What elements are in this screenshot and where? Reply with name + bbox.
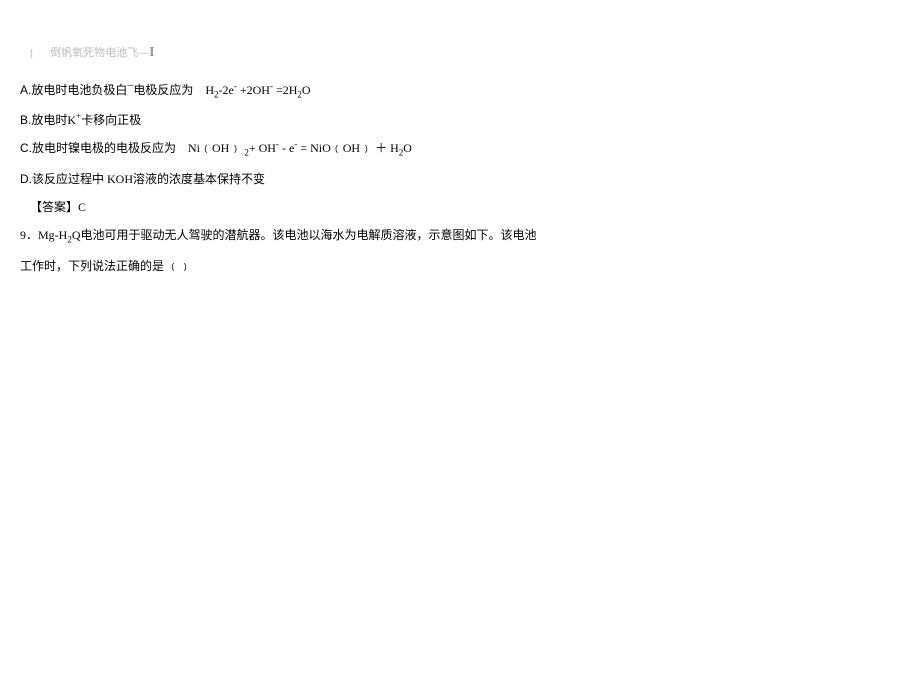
option-a-label: A.	[20, 83, 31, 97]
option-c: C.放电时镍电极的电极反应为 Ni﹙OH﹚ 2+ OH- - e- = NiO﹙…	[20, 135, 900, 163]
answer-label: 【答案】	[30, 200, 78, 214]
document-content: [ 倒帆氧死物电池飞—I A.放电时电池负极白¯电极反应为 H2-2e- +2O…	[0, 0, 920, 301]
faint-text: 倒帆氧死物电池飞—	[50, 47, 149, 59]
option-a-formula: H2-2e- +2OH- =2H2O	[205, 83, 310, 97]
option-a: A.放电时电池负极白¯电极反应为 H2-2e- +2OH- =2H2O	[20, 77, 900, 105]
option-d-text: 该反应过程中 KOH溶液的浓度基本保持不变	[32, 172, 265, 186]
option-b: B.放电时K+卡移向正极	[20, 107, 900, 133]
option-c-text: 放电时镍电极的电极反应为	[32, 141, 176, 155]
q9-text2: 工作时，下列说法正确的是 ﹙﹚	[20, 259, 191, 273]
header-faint-line: [ 倒帆氧死物电池飞—I	[20, 38, 900, 69]
option-d: D.该反应过程中 KOH溶液的浓度基本保持不变	[20, 166, 900, 192]
bracket-open: [	[30, 47, 34, 59]
option-d-label: D.	[20, 172, 32, 186]
answer-value: C	[78, 200, 86, 214]
question-9-line2: 工作时，下列说法正确的是 ﹙﹚	[20, 253, 900, 279]
option-b-text: 放电时K+卡移向正极	[31, 113, 141, 127]
answer-line: 【答案】C	[20, 194, 900, 220]
q9-text1: Mg-H2Q电池可用于驱动无人驾驶的潜航器。该电池以海水为电解质溶液，示意图如下…	[38, 228, 537, 242]
option-c-formula: Ni﹙OH﹚ 2+ OH- - e- = NiO﹙OH﹚ ＋ H2O	[188, 141, 412, 155]
option-a-text: 放电时电池负极白¯电极反应为	[31, 83, 193, 97]
q9-label: 9．	[20, 228, 38, 242]
option-c-label: C.	[20, 141, 32, 155]
question-9-line1: 9．Mg-H2Q电池可用于驱动无人驾驶的潜航器。该电池以海水为电解质溶液，示意图…	[20, 222, 900, 250]
option-b-label: B.	[20, 113, 31, 127]
big-i-icon: I	[149, 45, 154, 60]
